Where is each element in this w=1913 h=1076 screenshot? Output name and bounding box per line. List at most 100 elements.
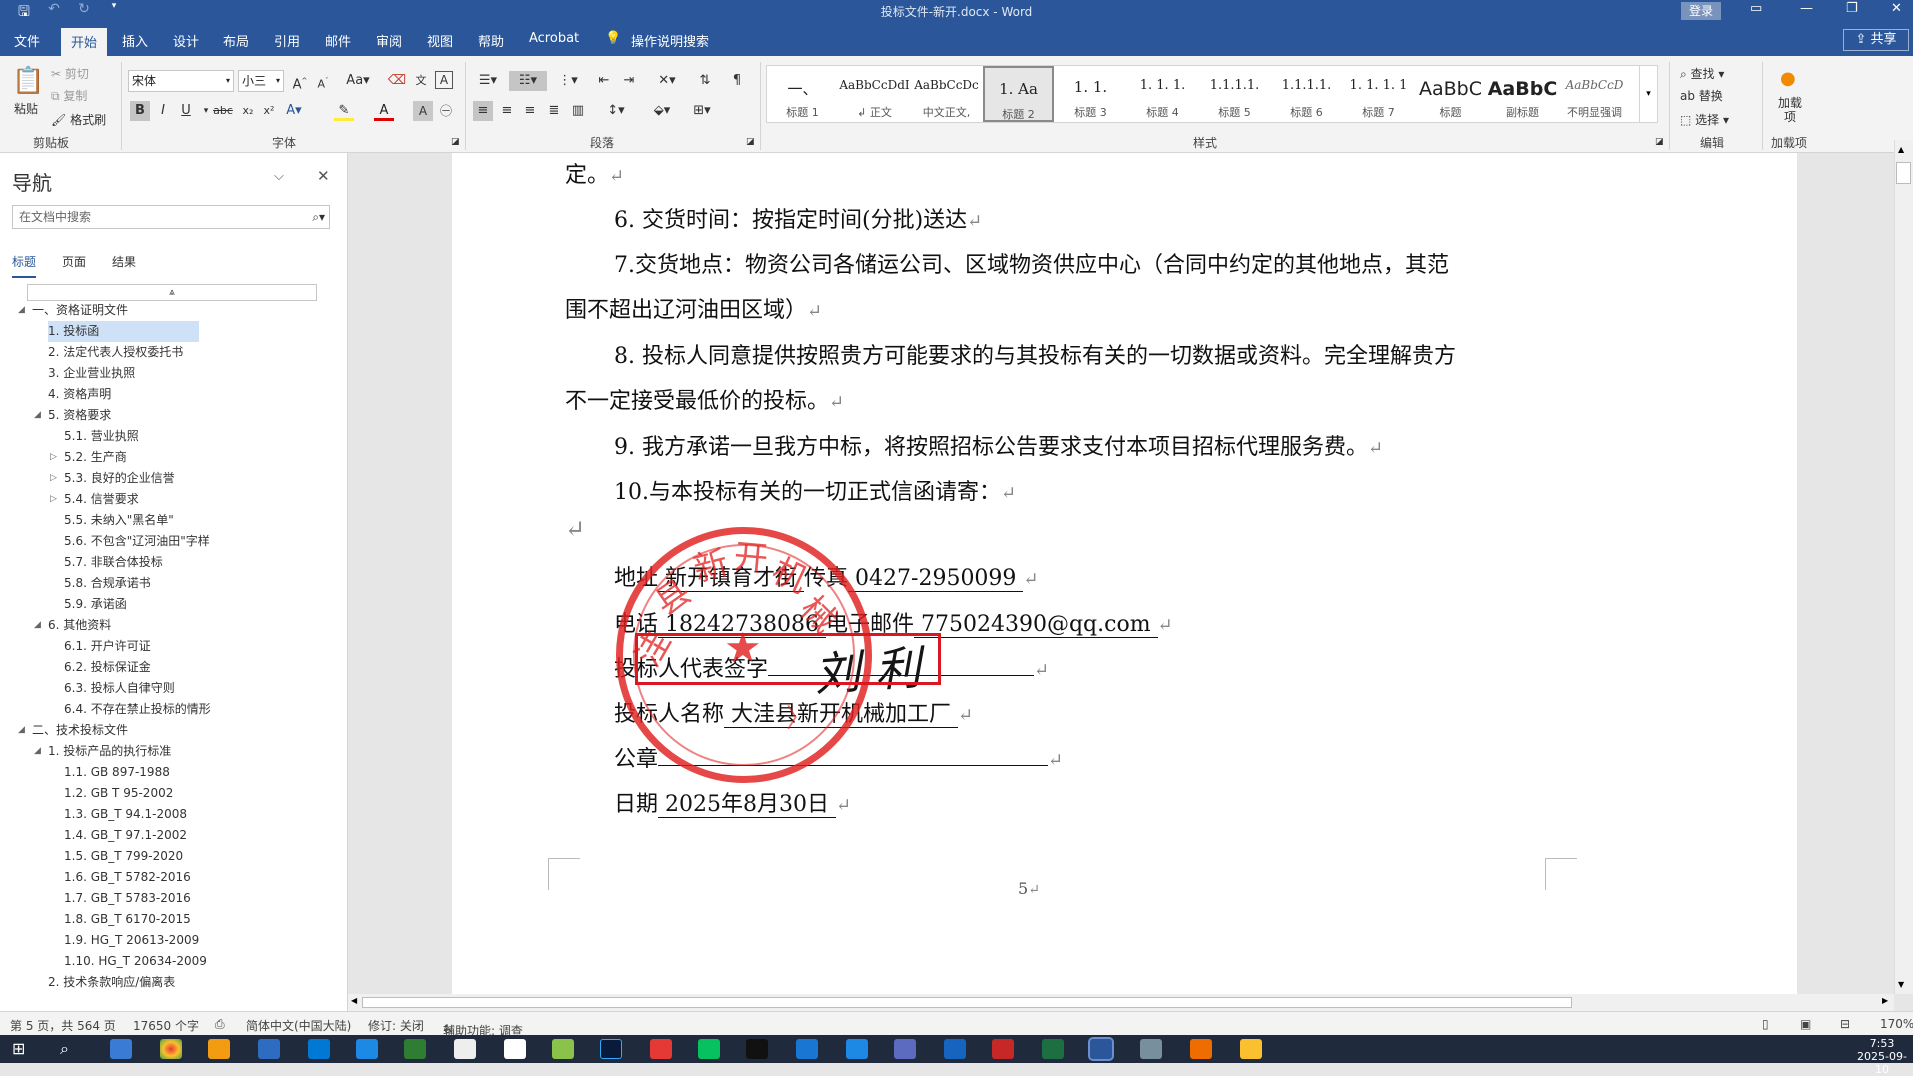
font-name-combo[interactable]: 宋体 ▾ [128,70,234,92]
nav-heading-item[interactable]: 1. 投标函 [0,321,348,342]
enclose-char-icon[interactable]: ㊀ [436,101,456,121]
char-shading-icon[interactable]: A [413,101,433,121]
taskbar-search-icon[interactable]: ⌕ [60,1039,82,1059]
borders-icon[interactable]: ⊞▾ [686,101,718,121]
justify-icon[interactable]: ≣ [544,101,564,121]
addins-button[interactable]: 加载项 [1776,96,1804,124]
nav-heading-item[interactable]: 1.2. GB T 95-2002 [0,783,348,804]
print-layout-icon[interactable]: ▣ [1800,1017,1811,1031]
document-page[interactable]: 定。↵ 6. 交货时间：按指定时间(分批)送达↵ 7.交货地点：物资公司各储运公… [452,153,1797,994]
nav-heading-item[interactable]: ▷ 5.2. 生产商 [0,447,348,468]
nav-heading-item[interactable]: ◢ 5. 资格要求 [0,405,348,426]
show-marks-icon[interactable]: ¶ [727,71,747,91]
tab-home[interactable]: 开始 [61,28,108,59]
tab-acrobat[interactable]: Acrobat [529,31,579,46]
style-heading-3[interactable]: 1. 1. 标题 3 [1055,66,1126,122]
nav-heading-item[interactable]: 5.5. 未纳入"黑名单" [0,510,348,531]
gallery-more-icon[interactable]: ▾ [1639,66,1657,122]
nav-tab-results[interactable]: 结果 [112,253,136,278]
nav-heading-item[interactable]: 5.6. 不包含"辽河油田"字样 [0,531,348,552]
nav-heading-item[interactable]: 6.4. 不存在禁止投标的情形 [0,699,348,720]
scroll-right-icon[interactable]: ▶ [1882,996,1888,1005]
vertical-scrollbar[interactable]: ▲ ▼ [1894,140,1913,994]
app-icon[interactable] [552,1039,574,1059]
tab-review[interactable]: 审阅 [376,31,402,50]
shrink-font-icon[interactable]: Aˇ [313,71,333,91]
windows-start-icon[interactable]: ⊞ [12,1039,34,1059]
hscroll-thumb[interactable] [362,997,1572,1008]
tab-mailings[interactable]: 邮件 [325,31,351,50]
wechat-icon[interactable] [698,1039,720,1059]
notepad-icon[interactable] [504,1039,526,1059]
nav-heading-item[interactable]: 4. 资格声明 [0,384,348,405]
shading-icon[interactable]: ⬙▾ [646,101,678,121]
nav-heading-item[interactable]: 5.1. 营业执照 [0,426,348,447]
chinese-layout-icon[interactable]: ✕▾ [651,71,683,91]
style-heading-1[interactable]: 一、 标题 1 [767,66,838,122]
nav-heading-item[interactable]: 1.10. HG_T 20634-2009 [0,951,348,972]
tab-layout[interactable]: 布局 [223,31,249,50]
numbering-icon[interactable]: ☷▾ [509,71,547,91]
share-button[interactable]: ⇪ 共享 [1843,29,1909,51]
cut-button[interactable]: ✂ 剪切 [51,65,89,82]
phonetic-guide-icon[interactable]: 文 [411,71,431,91]
app-icon[interactable] [796,1039,818,1059]
nav-heading-item[interactable]: 1.5. GB_T 799-2020 [0,846,348,867]
style-heading-7[interactable]: 1. 1. 1. 1 标题 7 [1343,66,1414,122]
expand-icon[interactable]: ▷ [50,447,57,468]
collapse-icon[interactable]: ◢ [34,615,41,636]
nav-heading-item[interactable]: 1.1. GB 897-1988 [0,762,348,783]
lightbulb-icon[interactable]: 💡 [605,31,621,46]
tab-file[interactable]: 文件 [14,31,40,50]
align-right-icon[interactable]: ≡ [520,101,540,121]
nav-heading-item[interactable]: 1.4. GB_T 97.1-2002 [0,825,348,846]
collapse-icon[interactable]: ◢ [34,405,41,426]
style-subtitle[interactable]: AaBbC 副标题 [1487,66,1558,122]
word-count-status[interactable]: 17650 个字 [133,1017,199,1034]
font-dialog-launcher-icon[interactable]: ◪ [451,137,460,147]
text-effects-icon[interactable]: A▾ [284,101,304,121]
app-icon[interactable] [404,1039,426,1059]
nav-heading-item[interactable]: 1.7. GB_T 5783-2016 [0,888,348,909]
calculator-icon[interactable] [110,1039,132,1059]
style-heading-6[interactable]: 1.1.1.1. 标题 6 [1271,66,1342,122]
paragraph-dialog-launcher-icon[interactable]: ◪ [746,137,755,147]
line-spacing-icon[interactable]: ↕▾ [600,101,632,121]
sort-icon[interactable]: ⇅ [695,71,715,91]
paste-icon[interactable]: 📋 [12,66,44,96]
tab-references[interactable]: 引用 [274,31,300,50]
style-heading-4[interactable]: 1. 1. 1. 标题 4 [1127,66,1198,122]
app-icon[interactable] [356,1039,378,1059]
italic-icon[interactable]: I [153,101,173,121]
restore-icon[interactable]: ❐ [1846,1,1858,16]
minimize-icon[interactable]: — [1800,1,1813,16]
close-window-icon[interactable]: ✕ [1891,1,1902,16]
nav-heading-item[interactable]: 2. 法定代表人授权委托书 [0,342,348,363]
char-border-icon[interactable]: A [435,71,453,89]
nav-tab-pages[interactable]: 页面 [62,253,86,278]
nav-heading-item[interactable]: 1.6. GB_T 5782-2016 [0,867,348,888]
style-heading-5[interactable]: 1.1.1.1. 标题 5 [1199,66,1270,122]
paste-button[interactable]: 粘贴 [14,100,38,117]
tell-me-search[interactable]: 操作说明搜索 [631,31,709,50]
select-button[interactable]: ⬚ 选择 ▾ [1680,111,1729,128]
nav-heading-item[interactable]: 1.9. HG_T 20613-2009 [0,930,348,951]
page-count-status[interactable]: 第 5 页，共 564 页 [10,1017,116,1034]
style-heading-2[interactable]: 1. Aa 标题 2 [983,66,1054,122]
nav-heading-item[interactable]: 2. 技术条款响应/偏离表 [0,972,348,993]
nav-heading-item[interactable]: ◢ 二、技术投标文件 [0,720,348,741]
nav-heading-item[interactable]: 5.8. 合规承诺书 [0,573,348,594]
font-size-combo[interactable]: 小三 ▾ [238,70,284,92]
nav-heading-item[interactable]: ▷ 5.4. 信誉要求 [0,489,348,510]
collapse-icon[interactable]: ◢ [18,720,25,741]
highlight-icon[interactable]: ✎ [334,101,354,121]
nav-options-icon[interactable]: ⌵ [274,169,284,184]
nav-heading-item[interactable]: 6.1. 开户许可证 [0,636,348,657]
collapse-icon[interactable]: ◢ [34,741,41,762]
app-icon[interactable] [308,1039,330,1059]
nav-heading-item[interactable]: ◢ 1. 投标产品的执行标准 [0,741,348,762]
read-mode-icon[interactable]: ▯ [1762,1017,1769,1031]
horizontal-scrollbar[interactable]: ◀ ▶ [348,994,1894,1011]
close-pane-icon[interactable]: ✕ [317,167,330,185]
subscript-icon[interactable]: x₂ [238,101,258,121]
